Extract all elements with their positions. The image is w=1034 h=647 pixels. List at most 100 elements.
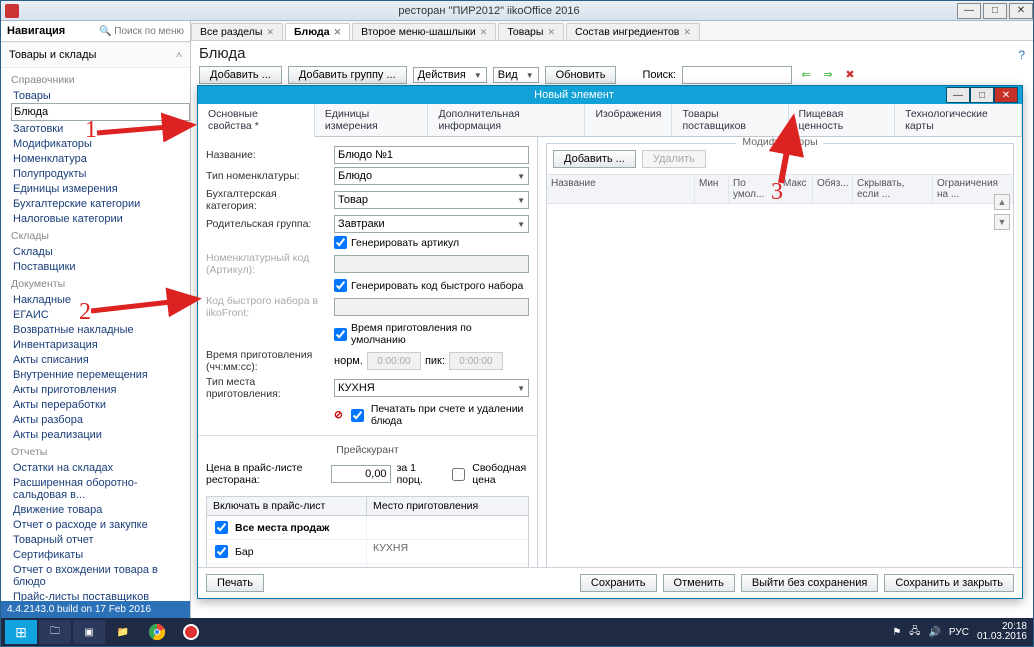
nav-item-akty-prigot[interactable]: Акты приготовления <box>11 382 190 397</box>
nav-item-akty-realiz[interactable]: Акты реализации <box>11 427 190 442</box>
tab-tovary[interactable]: Товары✕ <box>498 23 564 40</box>
nav-section-toggle[interactable]: Товары и склады ˄ <box>1 42 190 68</box>
taskbar-chrome-icon[interactable] <box>141 620 173 644</box>
window-maximize-button[interactable]: □ <box>983 3 1007 19</box>
mod-move-up-button[interactable]: ▲ <box>994 194 1010 210</box>
clear-search-icon[interactable]: ✖ <box>842 67 858 83</box>
mod-add-button[interactable]: Добавить ... <box>553 150 636 168</box>
close-icon[interactable]: ✕ <box>480 27 488 38</box>
nav-item-sklady[interactable]: Склады <box>11 244 190 259</box>
tray-network-icon[interactable]: 🖧 <box>909 624 920 641</box>
dlg-tab-images[interactable]: Изображения <box>585 104 672 136</box>
window-minimize-button[interactable]: — <box>957 3 981 19</box>
help-icon[interactable]: ? <box>1018 48 1025 62</box>
close-icon[interactable]: ✕ <box>334 27 342 38</box>
nav-item-tovary[interactable]: Товары <box>11 88 190 103</box>
taskbar-shell-icon[interactable]: ▣ <box>73 620 105 644</box>
dlg-tab-main[interactable]: Основные свойства * <box>198 104 315 137</box>
pricelist-row[interactable]: БарКУХНЯ <box>207 540 528 564</box>
add-button[interactable]: Добавить ... <box>199 66 282 84</box>
nav-item-ed-izm[interactable]: Единицы измерения <box>11 181 190 196</box>
tray-clock[interactable]: 20:18 01.03.2016 <box>977 622 1027 642</box>
nav-item-vozvrat[interactable]: Возвратные накладные <box>11 322 190 337</box>
select-cookplace[interactable]: КУХНЯ▼ <box>334 379 529 397</box>
print-button[interactable]: Печать <box>206 574 264 592</box>
pricelist-row[interactable]: Все места продаж <box>207 516 528 540</box>
tray-flag-icon[interactable]: ⚑ <box>892 627 901 638</box>
nav-item-sertif[interactable]: Сертификаты <box>11 547 190 562</box>
nav-item-vhozh[interactable]: Отчет о вхождении товара в блюдо <box>11 562 190 589</box>
select-parent[interactable]: Завтраки▼ <box>334 215 529 233</box>
taskbar-explorer-icon[interactable]: 🗀 <box>39 620 71 644</box>
chk-gen-art[interactable] <box>334 236 347 249</box>
arrow-left-icon[interactable]: ⇐ <box>798 67 814 83</box>
lbl-cookplace: Тип места приготовления: <box>206 376 328 400</box>
tab-bluda[interactable]: Блюда✕ <box>285 23 350 40</box>
nav-item-bluda[interactable]: Блюда <box>11 103 190 121</box>
dialog-minimize-button[interactable]: — <box>946 87 970 103</box>
window-close-button[interactable]: ✕ <box>1009 3 1033 19</box>
chk-free-price[interactable] <box>452 468 465 481</box>
nav-item-rashod[interactable]: Отчет о расходе и закупке <box>11 517 190 532</box>
dialog-close-button[interactable]: ✕ <box>994 87 1018 103</box>
exit-no-save-button[interactable]: Выйти без сохранения <box>741 574 879 592</box>
taskbar-folder-icon[interactable]: 📁 <box>107 620 139 644</box>
nav-item-tovarny[interactable]: Товарный отчет <box>11 532 190 547</box>
pricelist-row-checkbox[interactable] <box>215 521 228 534</box>
nav-item-postavshiki[interactable]: Поставщики <box>11 259 190 274</box>
nav-item-prais[interactable]: Прайс-листы поставщиков <box>11 589 190 601</box>
dlg-tab-suppliers[interactable]: Товары поставщиков <box>672 104 788 136</box>
nav-item-nakladnye[interactable]: Накладные <box>11 292 190 307</box>
tab-second[interactable]: Второе меню-шашлыки✕ <box>352 23 496 40</box>
tab-sostav[interactable]: Состав ингредиентов✕ <box>566 23 700 40</box>
nav-item-akty-spis[interactable]: Акты списания <box>11 352 190 367</box>
nav-item-egais[interactable]: ЕГАИС <box>11 307 190 322</box>
tray-sound-icon[interactable]: 🔊 <box>928 627 940 638</box>
nav-item-nomenklatura[interactable]: Номенклатура <box>11 151 190 166</box>
nav-item-zagotovki[interactable]: Заготовки <box>11 121 190 136</box>
start-button[interactable]: ⊞ <box>5 620 37 644</box>
save-button[interactable]: Сохранить <box>580 574 657 592</box>
arrow-right-icon[interactable]: ⇒ <box>820 67 836 83</box>
nav-item-nalog-kat[interactable]: Налоговые категории <box>11 211 190 226</box>
input-name[interactable] <box>334 146 529 164</box>
nav-item-vnutr[interactable]: Внутренние перемещения <box>11 367 190 382</box>
nav-item-bukh-kat[interactable]: Бухгалтерские категории <box>11 196 190 211</box>
dlg-tab-extra[interactable]: Дополнительная информация <box>428 104 585 136</box>
add-group-button[interactable]: Добавить группу ... <box>288 66 407 84</box>
nav-item-akty-pererab[interactable]: Акты переработки <box>11 397 190 412</box>
input-price[interactable] <box>331 465 391 483</box>
tab-all[interactable]: Все разделы✕ <box>191 23 283 40</box>
dlg-tab-nutrition[interactable]: Пищевая ценность <box>789 104 896 136</box>
dialog-maximize-button[interactable]: □ <box>970 87 994 103</box>
nav-search[interactable]: Поиск по меню <box>99 26 184 37</box>
cancel-button[interactable]: Отменить <box>663 574 735 592</box>
nav-item-ostatki[interactable]: Остатки на складах <box>11 460 190 475</box>
select-bukh[interactable]: Товар▼ <box>334 191 529 209</box>
select-nomtype[interactable]: Блюдо▼ <box>334 167 529 185</box>
pricelist-row-checkbox[interactable] <box>215 545 228 558</box>
chk-print-del[interactable] <box>351 409 364 422</box>
close-icon[interactable]: ✕ <box>683 27 691 38</box>
actions-combo[interactable]: Действия▼ <box>413 67 487 83</box>
nav-item-modifikatory[interactable]: Модификаторы <box>11 136 190 151</box>
chk-cook-default[interactable] <box>334 328 347 341</box>
nav-group-spravochniki: Справочники <box>11 74 190 86</box>
view-combo[interactable]: Вид▼ <box>493 67 539 83</box>
tray-lang[interactable]: РУС <box>949 627 969 638</box>
save-close-button[interactable]: Сохранить и закрыть <box>884 574 1014 592</box>
nav-item-inventar[interactable]: Инвентаризация <box>11 337 190 352</box>
chk-gen-code[interactable] <box>334 279 347 292</box>
nav-item-poluproducty[interactable]: Полупродукты <box>11 166 190 181</box>
close-icon[interactable]: ✕ <box>266 27 274 38</box>
close-icon[interactable]: ✕ <box>547 27 555 38</box>
nav-item-rasshir[interactable]: Расширенная оборотно-сальдовая в... <box>11 475 190 502</box>
search-input[interactable] <box>682 66 792 84</box>
dlg-tab-tech[interactable]: Технологические карты <box>895 104 1022 136</box>
taskbar-iiko-icon[interactable] <box>175 620 207 644</box>
nav-item-dvizh[interactable]: Движение товара <box>11 502 190 517</box>
mod-move-down-button[interactable]: ▼ <box>994 214 1010 230</box>
refresh-button[interactable]: Обновить <box>545 66 617 84</box>
nav-item-akty-razbora[interactable]: Акты разбора <box>11 412 190 427</box>
dlg-tab-units[interactable]: Единицы измерения <box>315 104 429 136</box>
